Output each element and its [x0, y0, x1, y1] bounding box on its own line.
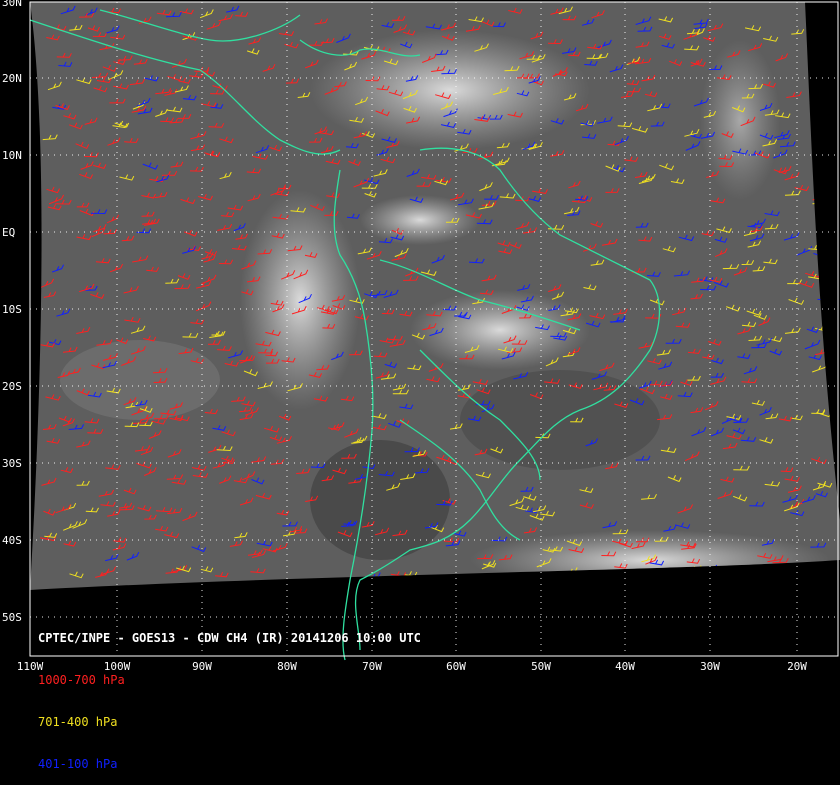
lat-label: 40S [2, 534, 22, 547]
lon-label: 60W [446, 660, 466, 673]
lat-label: 30N [2, 0, 22, 9]
lat-label: 50S [2, 611, 22, 624]
lat-label: 10N [2, 149, 22, 162]
legend: CPTEC/INPE - GOES13 - CDW CH4 (IR) 20141… [38, 603, 421, 785]
satellite-map: 30N20N10NEQ10S20S30S40S50S 110W 100W 90W 80… [2, 0, 840, 673]
lat-label: 20S [2, 380, 22, 393]
lat-label: 10S [2, 303, 22, 316]
latitude-labels: 30N 20N 10N EQ 10S 20S 30S 40S 50S [2, 0, 22, 624]
lat-label: 30S [2, 457, 22, 470]
lon-label: 50W [531, 660, 551, 673]
lon-label: 20W [787, 660, 807, 673]
legend-high-level: 401-100 hPa [38, 757, 118, 771]
legend-low-level: 1000-700 hPa [38, 673, 125, 687]
lon-label: 40W [615, 660, 635, 673]
legend-mid-level: 701-400 hPa [38, 715, 118, 729]
ir-imagery [30, 2, 840, 590]
map-title: CPTEC/INPE - GOES13 - CDW CH4 (IR) 20141… [38, 631, 421, 645]
lat-label: EQ [2, 226, 15, 239]
lat-label: 20N [2, 72, 22, 85]
lon-label: 30W [700, 660, 720, 673]
